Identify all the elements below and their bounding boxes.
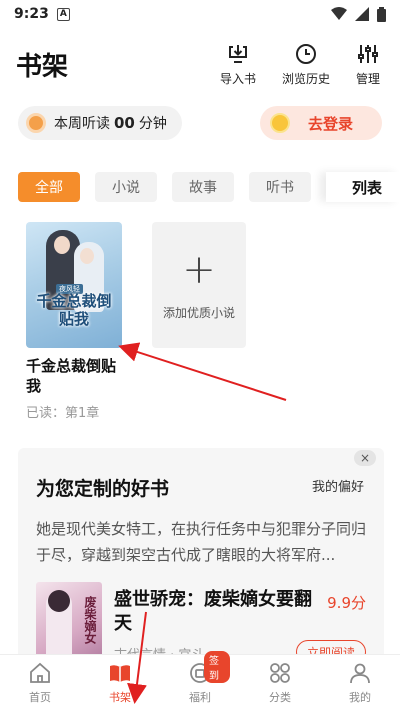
weekly-listening-pill[interactable]: 本周听读 00 分钟 (18, 106, 182, 140)
wifi-icon (331, 7, 347, 20)
recommended-book-title[interactable]: 盛世骄宠：废柴嫡女要翻天 (114, 588, 314, 636)
browse-history-button[interactable]: 浏览历史 (282, 42, 330, 87)
recommended-book-price: 9.9分 (327, 594, 366, 612)
status-icons (331, 6, 386, 22)
my-preference-link[interactable]: 我的偏好 (312, 476, 364, 495)
add-book-card[interactable]: + 添加优质小说 (152, 222, 246, 348)
coin-icon (270, 113, 290, 133)
page-title: 书架 (16, 52, 69, 82)
tab-novel[interactable]: 小说 (95, 172, 157, 202)
profile-icon (350, 663, 370, 684)
book-cover[interactable]: 夜风轻 千金总裁倒贴我 (26, 222, 122, 348)
cover-title-text: 千金总裁倒贴我 (36, 292, 112, 328)
recommendation-description[interactable]: 她是现代美女特工，在执行任务中与犯罪分子同归于尽，穿越到架空古代成了瞎眼的大将军… (36, 516, 376, 568)
bookshelf-icon (110, 665, 130, 682)
nav-category-label: 分类 (269, 691, 291, 704)
import-book-label: 导入书 (220, 72, 257, 86)
checkin-badge: 签到 (204, 651, 230, 683)
nav-home-label: 首页 (29, 691, 51, 704)
battery-icon (377, 6, 386, 22)
category-grid-icon (270, 663, 290, 683)
shelf-book-card[interactable]: 夜风轻 千金总裁倒贴我 千金总裁倒贴我 已读：第1章 (26, 222, 122, 421)
signal-icon (355, 7, 369, 21)
manage-button[interactable]: 管理 (356, 42, 380, 87)
category-tabs: 全部 小说 故事 听书 列表 (0, 172, 400, 202)
nav-welfare-label: 福利 (189, 691, 211, 704)
status-time: 9:23 (14, 6, 49, 22)
cover-face-woman (80, 248, 94, 264)
history-clock-icon (296, 44, 316, 64)
rec-cover-hair (48, 590, 70, 612)
settings-sliders-icon (358, 45, 378, 63)
listening-prefix: 本周听读 (54, 116, 110, 132)
book-title[interactable]: 千金总裁倒贴我 (26, 356, 122, 396)
recommendation-title: 为您定制的好书 (36, 478, 170, 500)
import-icon (229, 45, 247, 63)
login-label: 去登录 (308, 114, 354, 133)
list-view-toggle[interactable]: 列表 (326, 172, 400, 202)
listening-clock-icon (26, 113, 46, 133)
plus-icon: + (182, 246, 216, 293)
nav-welfare[interactable]: 签到 福利 (170, 651, 230, 705)
nav-profile-label: 我的 (349, 691, 371, 704)
browse-history-label: 浏览历史 (282, 72, 331, 86)
nav-bookshelf[interactable]: 书架 (90, 661, 150, 705)
import-book-button[interactable]: 导入书 (220, 42, 256, 87)
book-progress: 已读：第1章 (26, 406, 100, 421)
tab-story[interactable]: 故事 (172, 172, 234, 202)
tab-all[interactable]: 全部 (18, 172, 80, 202)
close-recommendation-button[interactable]: × (354, 450, 376, 466)
tab-audiobook[interactable]: 听书 (249, 172, 311, 202)
header: 书架 导入书 浏览历史 管理 (0, 32, 400, 92)
manage-label: 管理 (356, 72, 381, 86)
annotation-arrow-book (118, 342, 287, 401)
recommended-book-cover[interactable]: 废柴嫡女 (36, 582, 102, 664)
notification-a-icon: A (56, 7, 70, 21)
nav-home[interactable]: 首页 (10, 661, 70, 705)
login-button[interactable]: 去登录 (260, 106, 382, 140)
nav-bookshelf-label: 书架 (109, 691, 131, 704)
nav-category[interactable]: 分类 (250, 661, 310, 705)
add-book-label: 添加优质小说 (162, 305, 235, 320)
listening-minutes: 00 (114, 114, 135, 132)
listening-unit: 分钟 (138, 116, 167, 132)
nav-profile[interactable]: 我的 (330, 661, 390, 705)
home-icon (30, 662, 50, 683)
status-bar: 9:23 A (0, 0, 400, 28)
rec-cover-text: 废柴嫡女 (83, 596, 97, 644)
bottom-navigation: 首页 书架 签到 福利 分类 我的 (0, 651, 400, 710)
cover-face-man (54, 236, 70, 254)
